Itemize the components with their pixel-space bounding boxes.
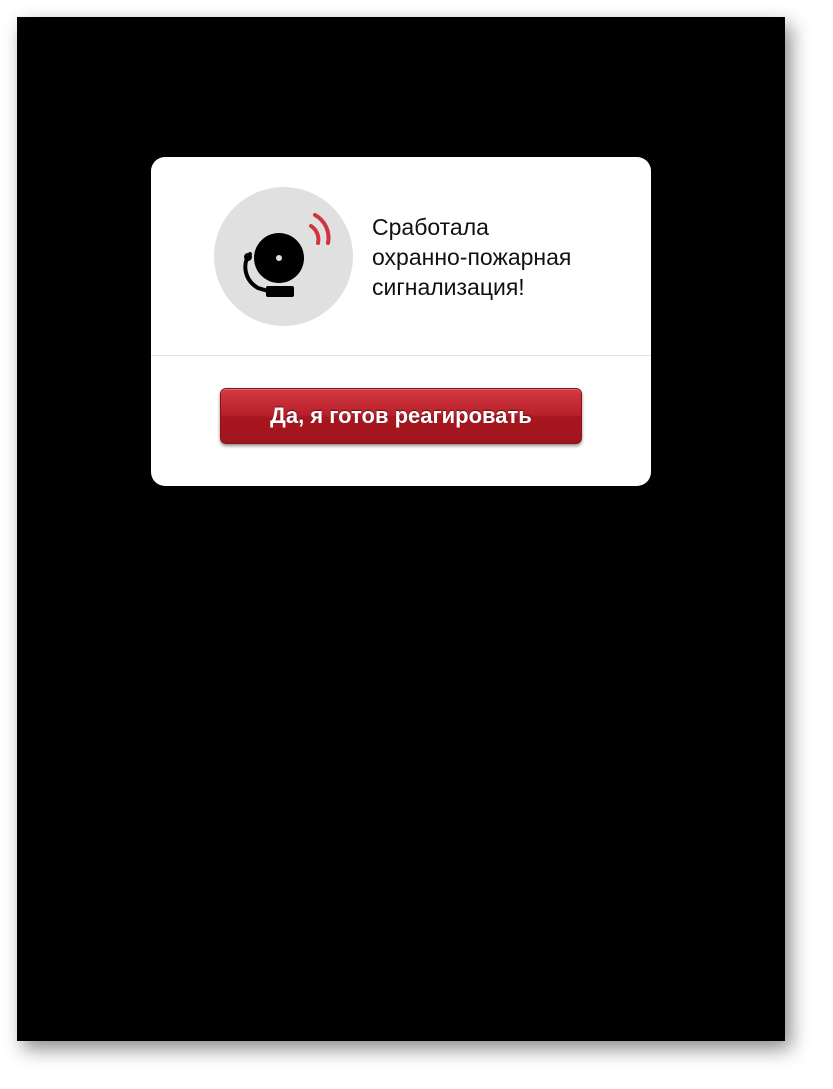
confirm-response-button[interactable]: Да, я готов реагировать bbox=[220, 388, 582, 444]
alarm-message: Сработала охранно-пожарная сигнализация! bbox=[372, 214, 572, 300]
alarm-dialog: Сработала охранно-пожарная сигнализация!… bbox=[151, 157, 651, 486]
app-screen: Сработала охранно-пожарная сигнализация!… bbox=[17, 17, 785, 1041]
divider bbox=[151, 355, 651, 356]
alarm-bell-icon bbox=[214, 187, 353, 326]
